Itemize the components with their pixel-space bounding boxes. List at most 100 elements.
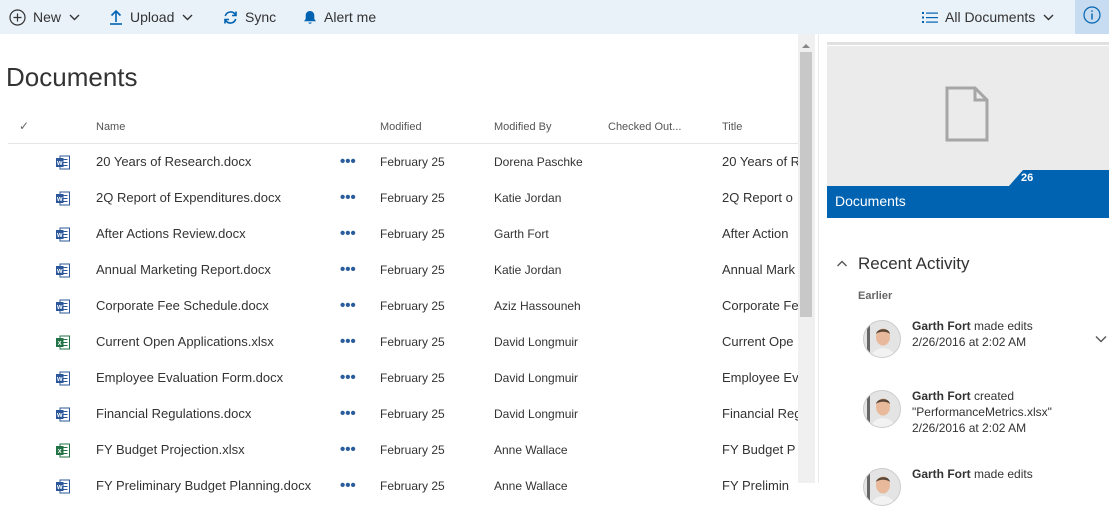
more-actions-button[interactable]: ••• <box>340 144 356 180</box>
modified-date: February 25 <box>380 371 445 385</box>
column-header-name[interactable]: Name <box>96 121 125 133</box>
more-actions-button[interactable]: ••• <box>340 252 356 288</box>
file-name-link[interactable]: FY Preliminary Budget Planning.docx <box>96 468 311 504</box>
activity-action: made edits <box>970 467 1033 481</box>
title-cell: FY Budget P <box>722 442 796 457</box>
excel-file-icon: x <box>56 443 70 458</box>
chevron-down-icon <box>182 14 193 21</box>
modified-date: February 25 <box>380 479 445 493</box>
column-header-modified-by[interactable]: Modified By <box>494 121 551 133</box>
view-selector[interactable]: All Documents <box>922 0 1054 34</box>
modified-by-link[interactable]: Dorena Paschke <box>494 144 583 180</box>
modified-by-link[interactable]: David Longmuir <box>494 324 578 360</box>
info-pane-button[interactable] <box>1075 0 1109 34</box>
modified-date: February 25 <box>380 299 445 313</box>
modified-by-link[interactable]: Aziz Hassouneh <box>494 288 581 324</box>
column-header-checked-out[interactable]: Checked Out... <box>608 121 681 133</box>
upload-label: Upload <box>130 9 175 25</box>
word-file-icon: w <box>56 191 70 206</box>
recent-activity-title: Recent Activity <box>858 254 970 273</box>
title-cell: Annual Mark <box>722 262 795 277</box>
table-row[interactable]: x FY Budget Projection.xlsx ••• February 25… <box>0 432 798 468</box>
table-row[interactable]: w 20 Years of Research.docx ••• February 25… <box>0 144 798 180</box>
table-row[interactable]: x Current Open Applications.xlsx ••• Februa… <box>0 324 798 360</box>
activity-user[interactable]: Garth Fort <box>912 319 971 333</box>
activity-user[interactable]: Garth Fort <box>912 467 971 481</box>
more-actions-button[interactable]: ••• <box>340 288 356 324</box>
svg-text:w: w <box>56 484 63 491</box>
svg-text:x: x <box>58 340 62 347</box>
view-label: All Documents <box>945 9 1036 25</box>
more-actions-button[interactable]: ••• <box>340 180 356 216</box>
word-file-icon: w <box>56 263 70 278</box>
file-name-link[interactable]: Current Open Applications.xlsx <box>96 324 274 360</box>
modified-by-link[interactable]: David Longmuir <box>494 360 578 396</box>
new-label: New <box>33 9 62 25</box>
activity-action: made edits <box>970 319 1033 333</box>
title-cell: After Action <box>722 226 789 241</box>
chevron-up-icon[interactable] <box>836 254 848 277</box>
title-cell: Employee Ev <box>722 370 798 385</box>
more-actions-button[interactable]: ••• <box>340 396 356 432</box>
table-row[interactable]: w 2Q Report of Expenditures.docx ••• Februa… <box>0 180 798 216</box>
file-name-link[interactable]: After Actions Review.docx <box>96 216 246 252</box>
title-cell: 2Q Report o <box>722 190 793 205</box>
file-name-link[interactable]: Financial Regulations.docx <box>96 396 251 432</box>
file-name-link[interactable]: Corporate Fee Schedule.docx <box>96 288 269 324</box>
word-file-icon: w <box>56 155 70 170</box>
activity-action: created <box>970 389 1015 403</box>
bell-icon <box>303 10 317 25</box>
file-name-link[interactable]: Annual Marketing Report.docx <box>96 252 271 288</box>
file-name-link[interactable]: 2Q Report of Expenditures.docx <box>96 180 281 216</box>
column-header-title[interactable]: Title <box>722 121 742 133</box>
modified-date: February 25 <box>380 155 445 169</box>
modified-by-link[interactable]: Katie Jordan <box>494 180 561 216</box>
modified-by-link[interactable]: Katie Jordan <box>494 252 561 288</box>
sync-button[interactable]: Sync <box>223 0 276 34</box>
file-name-link[interactable]: FY Budget Projection.xlsx <box>96 432 245 468</box>
file-name-link[interactable]: Employee Evaluation Form.docx <box>96 360 283 396</box>
activity-user[interactable]: Garth Fort <box>912 389 971 403</box>
activity-detail[interactable]: "PerformanceMetrics.xlsx" <box>912 404 1052 420</box>
title-cell: 20 Years of R <box>722 154 798 169</box>
new-button[interactable]: New <box>9 0 80 34</box>
word-file-icon: w <box>56 371 70 386</box>
info-icon <box>1083 5 1101 29</box>
column-header-modified[interactable]: Modified <box>380 121 422 133</box>
table-row[interactable]: w After Actions Review.docx ••• February 25… <box>0 216 798 252</box>
word-file-icon: w <box>56 299 70 314</box>
more-actions-button[interactable]: ••• <box>340 360 356 396</box>
expand-chevron-icon[interactable] <box>1095 330 1107 348</box>
modified-by-link[interactable]: Anne Wallace <box>494 432 568 468</box>
title-cell: FY Prelimin <box>722 478 789 493</box>
alert-me-button[interactable]: Alert me <box>303 0 376 34</box>
modified-by-link[interactable]: Anne Wallace <box>494 468 568 504</box>
list-view-icon <box>922 11 938 24</box>
sync-icon <box>223 10 238 25</box>
more-actions-button[interactable]: ••• <box>340 432 356 468</box>
chevron-down-icon <box>69 14 80 21</box>
file-name-link[interactable]: 20 Years of Research.docx <box>96 144 251 180</box>
select-all-checkbox[interactable]: ✓ <box>19 119 29 133</box>
modified-by-link[interactable]: Garth Fort <box>494 216 549 252</box>
table-row[interactable]: w Financial Regulations.docx ••• February 2… <box>0 396 798 432</box>
library-name: Documents <box>835 193 906 209</box>
modified-by-link[interactable]: David Longmuir <box>494 396 578 432</box>
table-row[interactable]: w Employee Evaluation Form.docx ••• Februar… <box>0 360 798 396</box>
svg-text:w: w <box>56 268 63 275</box>
count-badge <box>1023 170 1109 186</box>
title-cell: Financial Reg <box>722 406 798 421</box>
word-file-icon: w <box>56 407 70 422</box>
table-row[interactable]: w Annual Marketing Report.docx ••• February… <box>0 252 798 288</box>
scroll-up-arrow-icon[interactable] <box>800 38 812 48</box>
more-actions-button[interactable]: ••• <box>340 468 356 504</box>
more-actions-button[interactable]: ••• <box>340 324 356 360</box>
table-row[interactable]: w Corporate Fee Schedule.docx ••• February … <box>0 288 798 324</box>
upload-button[interactable]: Upload <box>109 0 193 34</box>
title-cell: Current Ope <box>722 334 794 349</box>
more-actions-button[interactable]: ••• <box>340 216 356 252</box>
add-icon <box>9 8 26 26</box>
table-row[interactable]: w FY Preliminary Budget Planning.docx ••• F… <box>0 468 798 504</box>
scrollbar-thumb[interactable] <box>800 52 812 317</box>
activity-time: 2/26/2016 at 2:02 AM <box>912 421 1027 435</box>
